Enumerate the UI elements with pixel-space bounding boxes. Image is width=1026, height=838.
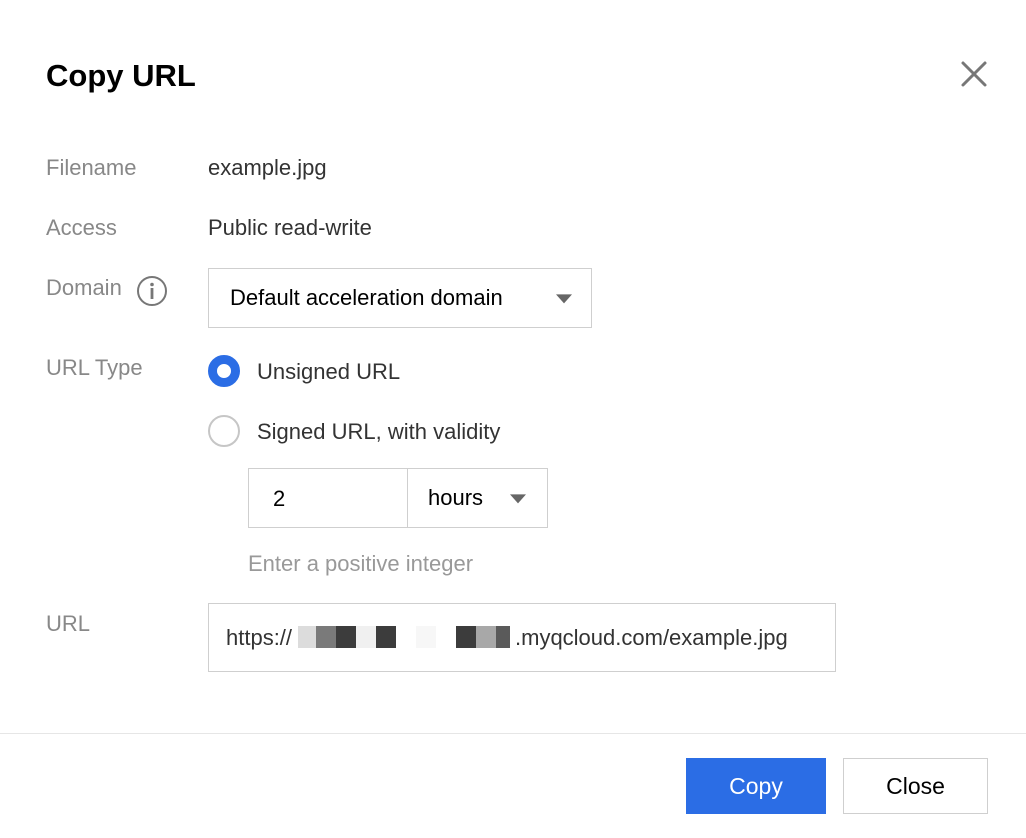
close-icon[interactable]	[958, 58, 990, 90]
filename-label: Filename	[46, 155, 137, 180]
filename-value: example.jpg	[208, 155, 327, 180]
radio-signed-url[interactable]	[208, 415, 240, 447]
validity-hint: Enter a positive integer	[248, 551, 474, 576]
validity-input[interactable]: 2	[248, 468, 408, 528]
access-value: Public read-write	[208, 215, 372, 240]
dialog-title: Copy URL	[46, 58, 196, 93]
info-icon[interactable]	[136, 275, 168, 307]
domain-select[interactable]: Default acceleration domain	[208, 268, 592, 328]
chevron-down-icon	[510, 494, 526, 504]
radio-unsigned-url[interactable]	[208, 355, 240, 387]
radio-signed-url-label[interactable]: Signed URL, with validity	[257, 418, 500, 446]
copy-button[interactable]: Copy	[686, 758, 826, 814]
domain-label: Domain	[46, 275, 122, 300]
url-prefix: https://	[226, 625, 293, 650]
validity-unit-select[interactable]: hours	[407, 468, 548, 528]
footer-divider	[0, 733, 1026, 734]
chevron-down-icon	[556, 294, 572, 304]
url-suffix: .myqcloud.com/example.jpg	[515, 625, 788, 650]
url-type-label: URL Type	[46, 355, 143, 380]
close-button[interactable]: Close	[843, 758, 988, 814]
validity-unit-value: hours	[428, 485, 484, 510]
domain-selected-value: Default acceleration domain	[230, 285, 503, 310]
url-label: URL	[46, 611, 91, 636]
access-label: Access	[46, 215, 117, 240]
validity-input-value: 2	[273, 486, 286, 511]
copy-url-dialog: Copy URL Filename example.jpg Access Pub…	[0, 0, 1026, 838]
radio-unsigned-url-label[interactable]: Unsigned URL	[257, 358, 400, 386]
